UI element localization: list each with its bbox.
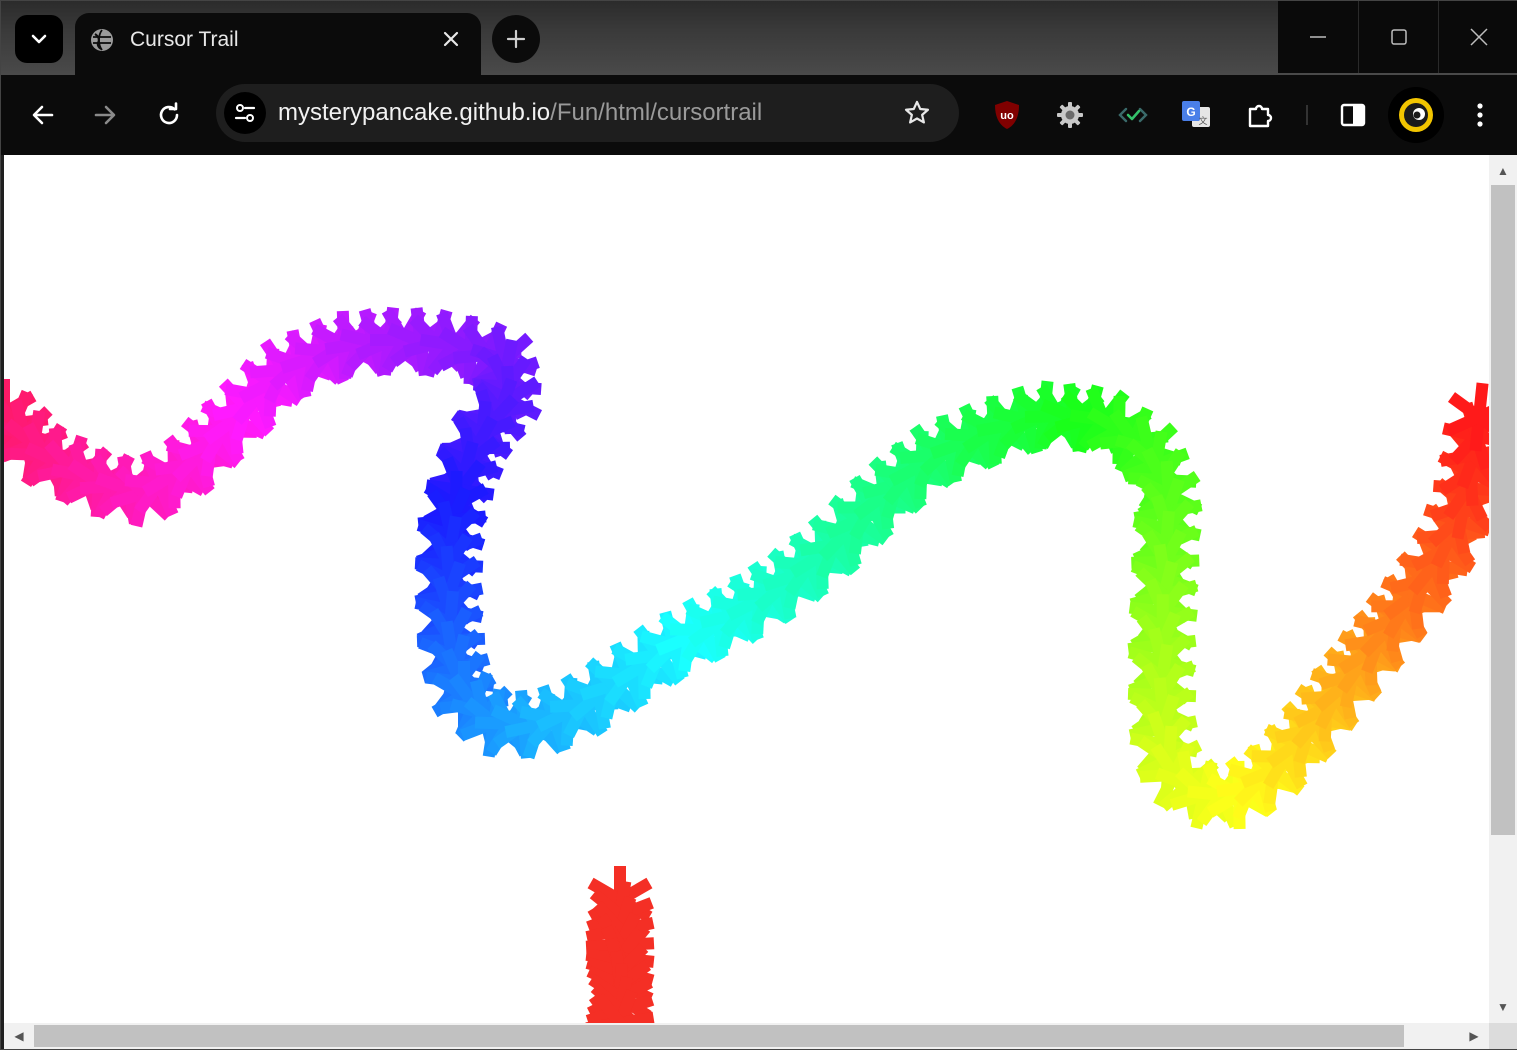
profile-icon xyxy=(1399,98,1433,132)
cursor-trail-canvas xyxy=(4,306,1489,1023)
side-panel-icon xyxy=(1340,103,1366,127)
reload-button[interactable] xyxy=(143,89,195,141)
settings-extension-button[interactable] xyxy=(1048,93,1092,137)
forward-button[interactable] xyxy=(79,89,131,141)
vertical-scrollbar[interactable]: ▲ ▼ xyxy=(1489,155,1517,1023)
horizontal-scrollbar[interactable]: ◀ ▶ xyxy=(4,1023,1489,1049)
horizontal-scroll-thumb[interactable] xyxy=(34,1025,1404,1047)
gear-icon xyxy=(1057,102,1083,128)
close-window-button[interactable] xyxy=(1438,1,1517,73)
side-panel-button[interactable] xyxy=(1331,93,1375,137)
scroll-right-arrow[interactable]: ▶ xyxy=(1461,1023,1487,1049)
translate-extension-button[interactable]: G 文 xyxy=(1174,93,1218,137)
star-icon xyxy=(904,100,930,124)
scroll-down-arrow[interactable]: ▼ xyxy=(1489,997,1517,1017)
code-check-icon xyxy=(1118,107,1148,123)
arrow-right-icon xyxy=(94,105,116,125)
scrollbar-corner xyxy=(1489,1023,1517,1049)
close-icon xyxy=(443,31,459,47)
browser-window: Cursor Trail mysterypancake.github.io/Fu… xyxy=(0,0,1517,1050)
back-button[interactable] xyxy=(17,89,69,141)
svg-text:G: G xyxy=(1186,105,1195,119)
puzzle-icon xyxy=(1248,104,1273,128)
ublock-icon: uo xyxy=(995,101,1019,129)
scroll-up-arrow[interactable]: ▲ xyxy=(1489,161,1517,181)
reload-icon xyxy=(159,102,179,125)
page-viewport[interactable] xyxy=(4,155,1489,1023)
site-info-button[interactable] xyxy=(224,92,266,134)
url-path: /Fun/html/cursortrail xyxy=(550,99,763,126)
profile-button[interactable] xyxy=(1388,87,1444,143)
more-vertical-icon xyxy=(1477,103,1483,127)
bookmark-button[interactable] xyxy=(900,96,934,130)
translate-icon: G 文 xyxy=(1182,101,1210,127)
new-tab-button[interactable] xyxy=(492,15,540,63)
tune-icon xyxy=(234,104,256,122)
maximize-icon xyxy=(1390,29,1407,45)
ublock-extension-button[interactable]: uo xyxy=(985,93,1029,137)
tab-strip: Cursor Trail xyxy=(1,1,1517,75)
close-icon xyxy=(1469,28,1488,46)
tab-cursor-trail[interactable]: Cursor Trail xyxy=(75,13,481,75)
chevron-down-icon xyxy=(31,34,47,44)
toolbar-separator xyxy=(1306,105,1308,125)
plus-icon xyxy=(506,29,526,49)
globe-icon xyxy=(91,29,113,51)
extensions-menu-button[interactable] xyxy=(1238,93,1282,137)
menu-button[interactable] xyxy=(1454,89,1506,141)
vertical-scroll-thumb[interactable] xyxy=(1491,185,1515,835)
toolbar: mysterypancake.github.io/Fun/html/cursor… xyxy=(1,75,1517,155)
address-bar[interactable]: mysterypancake.github.io/Fun/html/cursor… xyxy=(216,84,959,142)
tab-title: Cursor Trail xyxy=(130,28,239,51)
code-check-extension-button[interactable] xyxy=(1111,93,1155,137)
tab-search-button[interactable] xyxy=(15,15,63,63)
url-host: mysterypancake.github.io xyxy=(278,99,551,126)
minimize-button[interactable] xyxy=(1278,1,1358,73)
url-text[interactable]: mysterypancake.github.io/Fun/html/cursor… xyxy=(278,99,762,127)
tab-close-button[interactable] xyxy=(437,25,465,53)
svg-text:文: 文 xyxy=(1198,115,1207,126)
minimize-icon xyxy=(1310,36,1326,38)
svg-text:uo: uo xyxy=(1000,110,1014,122)
scroll-left-arrow[interactable]: ◀ xyxy=(6,1023,32,1049)
arrow-left-icon xyxy=(32,105,54,125)
maximize-button[interactable] xyxy=(1358,1,1438,73)
